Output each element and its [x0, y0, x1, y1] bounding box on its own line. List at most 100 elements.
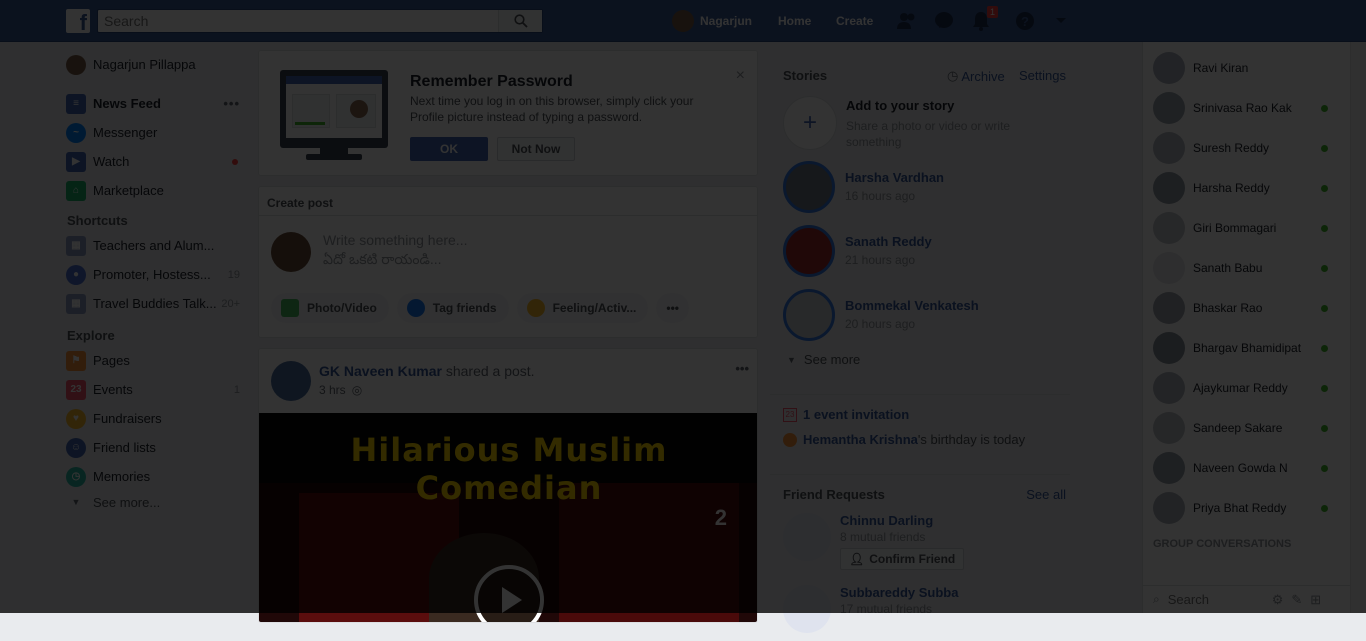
confirm-friend-button[interactable]: 👤︎ Confirm Friend — [840, 548, 965, 570]
sidebar-item-messenger[interactable]: ~ Messenger — [60, 118, 250, 147]
chat-contact[interactable]: Sanath Babu — [1143, 248, 1350, 288]
play-button-icon[interactable] — [474, 565, 544, 622]
shortcut-item[interactable]: ▦ Teachers and Alum... — [60, 231, 250, 260]
avatar[interactable] — [271, 361, 311, 401]
see-all-link[interactable]: See all — [1026, 487, 1066, 502]
new-message-icon[interactable]: ✎ — [1291, 592, 1302, 608]
chat-contact-name: Harsha Reddy — [1193, 181, 1270, 195]
chat-contact-name: Naveen Gowda N — [1193, 461, 1288, 475]
friend-requests-section: Friend Requests See all Chinnu Darling 8… — [770, 474, 1070, 634]
friend-requests-title: Friend Requests — [783, 487, 885, 502]
shortcut-count: 19 — [227, 268, 240, 281]
mutual-friends-count[interactable]: 17 mutual friends — [840, 602, 932, 616]
shortcut-item[interactable]: ● Promoter, Hostess... 19 — [60, 260, 250, 289]
chat-contact[interactable]: Srinivasa Rao Kak — [1143, 88, 1350, 128]
post-author-link[interactable]: GK Naveen Kumar — [319, 363, 442, 379]
home-link[interactable]: Home — [778, 0, 811, 42]
home-label: Home — [778, 14, 812, 28]
friend-requests-icon[interactable] — [896, 10, 918, 32]
settings-link[interactable]: Settings — [1019, 68, 1066, 83]
group-icon: ▦ — [66, 293, 86, 314]
story-item[interactable]: Harsha Vardhan 16 hours ago — [783, 161, 944, 213]
tag-friends-button[interactable]: Tag friends — [396, 293, 509, 323]
explore-item-memories[interactable]: ◷ Memories — [60, 462, 250, 491]
explore-item-fundraisers[interactable]: ♥ Fundraisers — [60, 404, 250, 433]
chat-contact[interactable]: Harsha Reddy — [1143, 168, 1350, 208]
search-input[interactable] — [98, 10, 498, 32]
not-now-button[interactable]: Not Now — [497, 137, 575, 161]
mutual-friends-count[interactable]: 8 mutual friends — [840, 530, 925, 544]
sidebar-item-news-feed[interactable]: ≡ News Feed ••• — [60, 89, 250, 118]
shortcut-item[interactable]: ▦ Travel Buddies Talk... 20+ — [60, 289, 250, 318]
avatar[interactable] — [783, 585, 831, 633]
add-friend-icon: 👤︎ — [849, 552, 865, 566]
post-composer-input[interactable]: Write something here... ఏదో ఒకటి రాయండి.… — [323, 232, 723, 272]
story-name: Sanath Reddy — [845, 234, 932, 249]
event-invitation-link[interactable]: 23 1 event invitation — [783, 407, 1070, 422]
chevron-down-icon[interactable] — [1050, 10, 1072, 32]
avatar — [672, 10, 694, 32]
explore-item-events[interactable]: 23 Events 1 — [60, 375, 250, 404]
gear-icon[interactable]: ⚙ — [1272, 592, 1284, 608]
new-group-icon[interactable]: ⊞ — [1310, 592, 1321, 608]
sidebar-item-watch[interactable]: ▶ Watch — [60, 147, 250, 176]
explore-item-pages[interactable]: ⚑ Pages — [60, 346, 250, 375]
chat-contact[interactable]: Bhargav Bhamidipat — [1143, 328, 1350, 368]
chat-contact-name: Ravi Kiran — [1193, 61, 1249, 75]
chat-contact[interactable]: Giri Bommagari — [1143, 208, 1350, 248]
sidebar-item-label: Messenger — [93, 125, 158, 140]
more-options-button[interactable]: ••• — [656, 293, 689, 323]
see-more-stories-link[interactable]: ▼ See more — [787, 352, 860, 367]
search-button[interactable] — [498, 10, 542, 32]
photo-video-button[interactable]: Photo/Video — [271, 293, 389, 323]
friend-request-name[interactable]: Subbareddy Subba — [840, 585, 958, 600]
see-more-link[interactable]: ▼ See more... — [60, 491, 250, 513]
search-box[interactable] — [97, 9, 543, 33]
add-story-button[interactable]: + Add to your story Share a photo or vid… — [783, 96, 1063, 150]
photo-icon — [281, 299, 299, 317]
chat-contact[interactable]: Ajaykumar Reddy — [1143, 368, 1350, 408]
facebook-logo-icon[interactable]: f — [66, 9, 90, 35]
chat-contact[interactable]: Priya Bhat Reddy — [1143, 488, 1350, 528]
notifications-icon[interactable]: 1 — [970, 6, 998, 32]
ok-button[interactable]: OK — [410, 137, 488, 161]
page-scrollbar[interactable] — [1350, 42, 1366, 613]
avatar — [1153, 492, 1185, 524]
more-options-icon[interactable]: ••• — [735, 361, 749, 376]
avatar — [1153, 132, 1185, 164]
create-link[interactable]: Create — [836, 0, 873, 42]
story-item[interactable]: Bommekal Venkatesh 20 hours ago — [783, 289, 979, 341]
chat-contact[interactable]: Sandeep Sakare — [1143, 408, 1350, 448]
chat-search-input[interactable] — [1165, 591, 1266, 608]
archive-link[interactable]: ◷ Archive — [947, 68, 1005, 84]
chat-contact[interactable]: Bhaskar Rao — [1143, 288, 1350, 328]
help-icon[interactable]: ? — [1014, 10, 1036, 32]
explore-item-friend-lists[interactable]: ☺ Friend lists — [60, 433, 250, 462]
friend-request-name[interactable]: Chinnu Darling — [840, 513, 933, 528]
chat-contact[interactable]: Ravi Kiran — [1143, 48, 1350, 88]
calendar-icon: 23 — [66, 379, 86, 400]
sidebar-item-marketplace[interactable]: ⌂ Marketplace — [60, 176, 250, 205]
chat-contact-name: Ajaykumar Reddy — [1193, 381, 1288, 395]
chat-contact[interactable]: Naveen Gowda N — [1143, 448, 1350, 488]
feeling-activity-label: Feeling/Activ... — [552, 301, 637, 315]
chat-contact-name: Priya Bhat Reddy — [1193, 501, 1287, 515]
profile-shortcut[interactable]: Nagarjun Pillappa — [60, 50, 250, 79]
feeling-activity-button[interactable]: Feeling/Activ... — [516, 293, 649, 323]
birthday-name[interactable]: Hemantha Krishna — [803, 432, 918, 447]
close-icon[interactable]: × — [736, 67, 745, 85]
avatar[interactable] — [783, 513, 831, 561]
profile-link[interactable]: Nagarjun — [672, 0, 752, 42]
video-player[interactable]: Hilarious Muslim Comedian 2 — [259, 413, 757, 622]
story-name: Harsha Vardhan — [845, 170, 944, 185]
story-item[interactable]: Sanath Reddy 21 hours ago — [783, 225, 932, 277]
chat-contact-name: Suresh Reddy — [1193, 141, 1270, 155]
avatar — [271, 232, 311, 272]
online-status-dot — [1321, 184, 1328, 192]
chat-contact[interactable]: Suresh Reddy — [1143, 128, 1350, 168]
chat-contact-name: Srinivasa Rao Kak — [1193, 101, 1292, 115]
messenger-icon[interactable] — [933, 10, 955, 32]
more-options-icon[interactable]: ••• — [223, 96, 240, 111]
post-timestamp[interactable]: 3 hrs — [319, 383, 346, 397]
birthday-reminder[interactable]: Hemantha Krishna's birthday is today — [783, 432, 1070, 447]
